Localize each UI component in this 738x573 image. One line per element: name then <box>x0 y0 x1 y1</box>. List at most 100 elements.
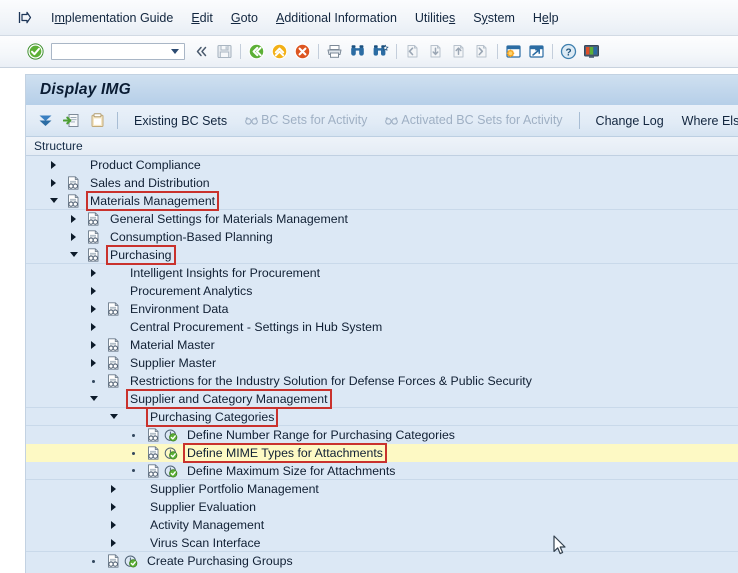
expand-triangle-icon[interactable] <box>88 286 99 297</box>
expand-triangle-icon[interactable] <box>88 268 99 279</box>
previous-page-button[interactable] <box>425 41 446 62</box>
customize-local-layout-icon[interactable] <box>581 41 602 62</box>
no-icon-placeholder <box>105 284 122 298</box>
expand-triangle-icon[interactable] <box>88 340 99 351</box>
expand-triangle-icon[interactable] <box>88 322 99 333</box>
expand-triangle-icon[interactable] <box>48 178 59 189</box>
tree-node-central-procurement-hub[interactable]: Central Procurement - Settings in Hub Sy… <box>26 318 738 336</box>
collapse-toolbar-button[interactable] <box>191 41 212 62</box>
button-label: Change Log <box>595 113 664 128</box>
expand-triangle-icon[interactable] <box>108 537 119 548</box>
img-document-icon[interactable] <box>65 193 82 208</box>
menu-item-system[interactable]: System <box>464 9 524 27</box>
img-document-icon[interactable] <box>85 247 102 262</box>
img-document-icon[interactable] <box>105 338 122 352</box>
tree-node-environment-data[interactable]: Environment Data <box>26 300 738 318</box>
help-button[interactable]: ? <box>558 41 579 62</box>
tree-node-product-compliance[interactable]: Product Compliance <box>26 156 738 174</box>
cancel-button[interactable] <box>292 41 313 62</box>
structure-header-label: Structure <box>34 139 83 153</box>
menu-item-implementation-guide[interactable]: Implementation Guide <box>42 9 182 27</box>
collapse-triangle-icon[interactable] <box>68 249 79 260</box>
tree-node-create-purchasing-groups[interactable]: Create Purchasing Groups <box>26 552 738 570</box>
menu-item-help[interactable]: Help <box>524 9 568 27</box>
activity-clock-check-icon[interactable] <box>162 464 179 478</box>
expand-triangle-icon[interactable] <box>88 358 99 369</box>
tree-node-activity-management[interactable]: Activity Management <box>26 516 738 534</box>
menu-item-utilities[interactable]: Utilities <box>406 9 464 27</box>
tree-node-purchasing-categories[interactable]: Purchasing Categories <box>26 406 738 427</box>
img-document-icon[interactable] <box>85 212 102 226</box>
print-button[interactable] <box>324 41 345 62</box>
find-button[interactable] <box>347 41 368 62</box>
toolbar-separator <box>578 112 580 129</box>
activity-clock-check-icon[interactable] <box>162 446 179 460</box>
activity-clock-check-icon[interactable] <box>122 554 139 568</box>
blue-double-chevron-down-icon[interactable] <box>34 110 56 132</box>
create-session-button[interactable] <box>503 41 524 62</box>
change-log-button[interactable]: Change Log <box>587 111 673 131</box>
exit-button[interactable] <box>269 41 290 62</box>
chevron-down-icon[interactable] <box>171 49 179 54</box>
first-page-button[interactable] <box>402 41 423 62</box>
img-document-icon[interactable] <box>65 176 82 190</box>
tree-node-consumption-based-planning[interactable]: Consumption-Based Planning <box>26 228 738 246</box>
exit-arrow-icon[interactable] <box>16 10 32 26</box>
tree-node-define-number-range[interactable]: Define Number Range for Purchasing Categ… <box>26 426 738 444</box>
menu-item-edit[interactable]: Edit <box>182 9 222 27</box>
tree-node-purchasing[interactable]: Purchasing <box>26 244 738 265</box>
img-document-icon[interactable] <box>145 463 162 478</box>
tree-node-procurement-analytics[interactable]: Procurement Analytics <box>26 282 738 300</box>
green-arrow-document-icon[interactable] <box>60 110 82 132</box>
expand-triangle-icon[interactable] <box>48 160 59 171</box>
img-document-icon[interactable] <box>105 554 122 568</box>
where-else-used-button[interactable]: Where Else Us <box>673 111 738 131</box>
img-document-icon[interactable] <box>85 230 102 244</box>
next-page-button[interactable] <box>448 41 469 62</box>
tree-node-supplier-master[interactable]: Supplier Master <box>26 354 738 372</box>
tree-node-define-max-size[interactable]: Define Maximum Size for Attachments <box>26 462 738 480</box>
collapse-triangle-icon[interactable] <box>88 393 99 404</box>
tree-node-sales-and-distribution[interactable]: Sales and Distribution <box>26 174 738 192</box>
img-structure-tree[interactable]: Product Compliance Sales and Distribution… <box>26 156 738 573</box>
glasses-icon <box>385 115 399 129</box>
expand-triangle-icon[interactable] <box>68 232 79 243</box>
tree-node-supplier-portfolio-mgmt[interactable]: Supplier Portfolio Management <box>26 480 738 498</box>
collapse-triangle-icon[interactable] <box>108 411 119 422</box>
existing-bc-sets-button[interactable]: Existing BC Sets <box>125 111 236 131</box>
menu-item-goto[interactable]: Goto <box>222 9 267 27</box>
last-page-button[interactable] <box>471 41 492 62</box>
menu-item-additional-information[interactable]: Additional Information <box>267 9 406 27</box>
find-next-button[interactable] <box>370 41 391 62</box>
command-input[interactable] <box>52 44 171 59</box>
img-document-icon[interactable] <box>105 356 122 370</box>
save-button[interactable] <box>214 41 235 62</box>
tree-node-define-mime-types[interactable]: Define MIME Types for Attachments <box>26 443 738 463</box>
img-document-icon[interactable] <box>105 374 122 388</box>
tree-node-materials-management[interactable]: Materials Management <box>26 190 738 211</box>
expand-triangle-icon[interactable] <box>108 520 119 531</box>
create-shortcut-button[interactable] <box>526 41 547 62</box>
tree-node-general-settings-mm[interactable]: General Settings for Materials Managemen… <box>26 210 738 228</box>
clipboard-icon[interactable] <box>86 110 108 132</box>
img-document-icon[interactable] <box>145 446 162 460</box>
img-document-icon[interactable] <box>105 302 122 316</box>
expand-triangle-icon[interactable] <box>68 214 79 225</box>
menu-item-label-rest: dditional Information <box>284 10 397 25</box>
tree-node-restrictions-defense[interactable]: Restrictions for the Industry Solution f… <box>26 372 738 390</box>
back-button[interactable] <box>246 41 267 62</box>
img-document-icon[interactable] <box>145 428 162 442</box>
expand-triangle-icon[interactable] <box>108 484 119 495</box>
tree-node-virus-scan-interface[interactable]: Virus Scan Interface <box>26 534 738 552</box>
command-field[interactable] <box>51 43 185 60</box>
expand-triangle-icon[interactable] <box>108 502 119 513</box>
collapse-triangle-icon[interactable] <box>48 195 59 206</box>
tree-node-supplier-evaluation[interactable]: Supplier Evaluation <box>26 498 738 516</box>
expand-triangle-icon[interactable] <box>88 304 99 315</box>
tree-node-material-master[interactable]: Material Master <box>26 336 738 354</box>
activity-clock-check-icon[interactable] <box>162 428 179 442</box>
tree-node-supplier-category-mgmt[interactable]: Supplier and Category Management <box>26 388 738 409</box>
tree-node-intelligent-insights[interactable]: Intelligent Insights for Procurement <box>26 264 738 282</box>
no-icon-placeholder <box>125 518 142 532</box>
enter-button[interactable] <box>26 43 44 61</box>
